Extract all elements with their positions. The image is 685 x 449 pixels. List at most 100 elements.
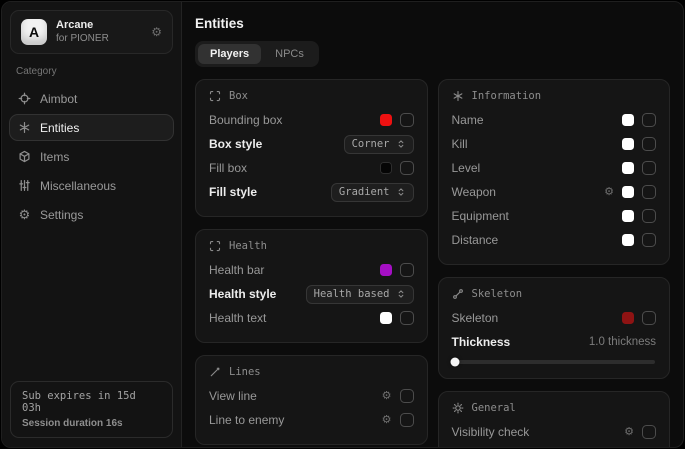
sidebar-item-aimbot[interactable]: Aimbot [9, 85, 174, 112]
setting-label: Bounding box [209, 113, 282, 127]
general-panel-header: General [452, 402, 657, 414]
thickness-slider-handle[interactable] [450, 358, 459, 367]
health-bar-row: Health bar [209, 260, 414, 280]
fill-style-row: Fill style Gradient [209, 182, 414, 202]
sidebar-item-entities[interactable]: Entities [9, 114, 174, 141]
sidebar-item-label: Aimbot [40, 92, 77, 106]
lines-panel-header: Lines [209, 366, 414, 378]
panel-title: Skeleton [472, 288, 523, 300]
thickness-slider[interactable] [453, 360, 656, 364]
panel-title: Box [229, 90, 248, 102]
line-to-enemy-row: Line to enemy ⚙ [209, 410, 414, 430]
sub-expiry-text: Sub expires in 15d 03h [22, 390, 161, 414]
thickness-row: Thickness 1.0 thickness [452, 332, 657, 352]
sidebar-nav: Aimbot Entities Items Miscellaneous [2, 85, 181, 228]
visibility-check-checkbox[interactable] [642, 425, 656, 439]
general-panel: General Visibility check ⚙ Max distance … [438, 391, 671, 447]
pencil-line-icon [209, 366, 221, 378]
distance-color-swatch[interactable] [622, 234, 634, 246]
line-to-enemy-settings-icon[interactable]: ⚙ [382, 415, 392, 426]
health-text-color-swatch[interactable] [380, 312, 392, 324]
sidebar-item-items[interactable]: Items [9, 143, 174, 170]
weapon-checkbox[interactable] [642, 185, 656, 199]
visibility-check-settings-icon[interactable]: ⚙ [624, 427, 634, 438]
crosshair-icon [18, 92, 31, 105]
setting-label: Health text [209, 311, 266, 325]
dropdown-value: Corner [352, 138, 390, 150]
information-panel: Information Name Kill [438, 79, 671, 265]
thickness-value: 1.0 thickness [589, 336, 656, 348]
main-content: Entities Players NPCs Box Bounding box [182, 2, 683, 447]
weapon-settings-icon[interactable]: ⚙ [604, 187, 614, 198]
panel-title: Information [472, 90, 542, 102]
sidebar-item-settings[interactable]: ⚙ Settings [9, 201, 174, 228]
view-line-settings-icon[interactable]: ⚙ [382, 391, 392, 402]
bone-icon [452, 288, 464, 300]
view-line-checkbox[interactable] [400, 389, 414, 403]
level-checkbox[interactable] [642, 161, 656, 175]
visibility-check-row: Visibility check ⚙ [452, 422, 657, 442]
setting-label: Kill [452, 137, 468, 151]
brand-subtitle: for PIONER [56, 33, 142, 46]
health-style-row: Health style Health based [209, 284, 414, 304]
fill-style-dropdown[interactable]: Gradient [331, 183, 414, 202]
skeleton-panel: Skeleton Skeleton Thickness 1.0 thicknes… [438, 277, 671, 379]
app-window: A Arcane for PIONER ⚙ Category Aimbot En… [1, 1, 684, 448]
sidebar: A Arcane for PIONER ⚙ Category Aimbot En… [2, 2, 182, 447]
box-style-dropdown[interactable]: Corner [344, 135, 414, 154]
equipment-color-swatch[interactable] [622, 210, 634, 222]
setting-label: Line to enemy [209, 413, 284, 427]
kill-checkbox[interactable] [642, 137, 656, 151]
health-text-checkbox[interactable] [400, 311, 414, 325]
select-arrows-icon [396, 289, 406, 299]
setting-label: Thickness [452, 335, 511, 349]
box-panel-header: Box [209, 90, 414, 102]
brand-settings-icon[interactable]: ⚙ [151, 25, 162, 39]
corner-brackets-icon [209, 90, 221, 102]
weapon-color-swatch[interactable] [622, 186, 634, 198]
sidebar-item-label: Items [40, 150, 69, 164]
setting-label: Weapon [452, 185, 496, 199]
sidebar-item-miscellaneous[interactable]: Miscellaneous [9, 172, 174, 199]
skeleton-checkbox[interactable] [642, 311, 656, 325]
level-row: Level [452, 158, 657, 178]
setting-label: Fill style [209, 185, 257, 199]
bounding-box-color-swatch[interactable] [380, 114, 392, 126]
select-arrows-icon [396, 139, 406, 149]
subscription-card: Sub expires in 15d 03h Session duration … [10, 381, 173, 438]
fill-box-checkbox[interactable] [400, 161, 414, 175]
setting-label: Level [452, 161, 481, 175]
fill-box-color-swatch[interactable] [380, 162, 392, 174]
sliders-icon [18, 179, 31, 192]
setting-label: Health style [209, 287, 276, 301]
setting-label: View line [209, 389, 257, 403]
level-color-swatch[interactable] [622, 162, 634, 174]
health-bar-color-swatch[interactable] [380, 264, 392, 276]
distance-checkbox[interactable] [642, 233, 656, 247]
tab-npcs[interactable]: NPCs [263, 44, 316, 64]
setting-label: Equipment [452, 209, 509, 223]
bounding-box-checkbox[interactable] [400, 113, 414, 127]
box-panel: Box Bounding box Box style Corner [195, 79, 428, 217]
distance-row: Distance [452, 230, 657, 250]
brand-logo: A [21, 19, 47, 45]
setting-label: Name [452, 113, 484, 127]
tab-players[interactable]: Players [198, 44, 261, 64]
fill-box-row: Fill box [209, 158, 414, 178]
line-to-enemy-checkbox[interactable] [400, 413, 414, 427]
name-checkbox[interactable] [642, 113, 656, 127]
kill-color-swatch[interactable] [622, 138, 634, 150]
setting-label: Skeleton [452, 311, 499, 325]
skeleton-color-swatch[interactable] [622, 312, 634, 324]
asterisk-icon [452, 90, 464, 102]
sidebar-item-label: Miscellaneous [40, 179, 116, 193]
name-color-swatch[interactable] [622, 114, 634, 126]
equipment-checkbox[interactable] [642, 209, 656, 223]
health-style-dropdown[interactable]: Health based [306, 285, 414, 304]
lines-panel: Lines View line ⚙ Line to enemy ⚙ [195, 355, 428, 445]
sidebar-item-label: Entities [40, 121, 79, 135]
corner-brackets-icon [209, 240, 221, 252]
health-bar-checkbox[interactable] [400, 263, 414, 277]
skeleton-panel-header: Skeleton [452, 288, 657, 300]
health-panel: Health Health bar Health style Health ba… [195, 229, 428, 343]
